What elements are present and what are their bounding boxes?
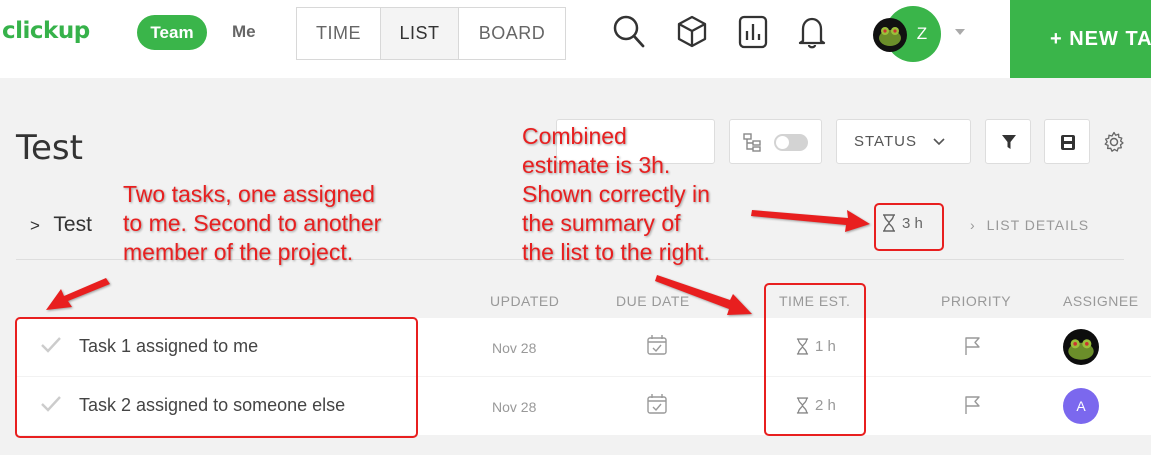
tab-board[interactable]: BOARD — [459, 8, 565, 59]
column-header-updated[interactable]: UPDATED — [490, 293, 559, 309]
annotation-line: the list to the right. — [522, 239, 710, 265]
priority-flag-icon[interactable] — [964, 336, 982, 356]
annotation-line: member of the project. — [123, 239, 354, 265]
clickup-logo[interactable]: clickup — [2, 18, 90, 44]
list-details-label: LIST DETAILS — [986, 217, 1090, 233]
annotation-note-right: Combined estimate is 3h. Shown correctly… — [522, 122, 710, 267]
annotation-line: estimate is 3h. — [522, 152, 671, 178]
chevron-down-icon — [933, 137, 945, 145]
filter-button[interactable] — [985, 119, 1031, 164]
user-initial: Z — [916, 24, 928, 43]
hierarchy-icon — [743, 133, 761, 152]
cube-icon[interactable] — [675, 14, 709, 50]
new-task-button[interactable]: + NEW TA — [1010, 0, 1151, 78]
chevron-down-icon[interactable] — [955, 29, 965, 35]
updated-date: Nov 28 — [492, 399, 537, 415]
column-header-priority[interactable]: PRIORITY — [941, 293, 1011, 309]
column-header-due-date[interactable]: DUE DATE — [616, 293, 690, 309]
chevron-right-icon: › — [970, 217, 976, 233]
column-header-assignee[interactable]: ASSIGNEE — [1063, 293, 1139, 309]
annotation-line: Two tasks, one assigned — [123, 181, 375, 207]
user-avatar-menu[interactable]: Z — [873, 6, 943, 62]
gear-icon[interactable] — [1103, 131, 1125, 153]
top-bar: clickup Team Me TIME LIST BOARD Z + NEW … — [0, 0, 1151, 78]
annotation-line: Combined — [522, 123, 627, 149]
subtasks-toggle[interactable] — [729, 119, 822, 164]
save-view-button[interactable] — [1044, 119, 1090, 164]
me-toggle-button[interactable]: Me — [232, 22, 256, 42]
updated-date: Nov 28 — [492, 340, 537, 356]
assignee-avatar[interactable]: A — [1063, 388, 1099, 424]
annotation-line: the summary of — [522, 210, 681, 236]
bell-icon[interactable] — [797, 14, 827, 50]
chevron-right-icon: > — [30, 216, 40, 235]
list-header[interactable]: > Test — [30, 213, 92, 237]
tab-list[interactable]: LIST — [381, 8, 459, 59]
page-title: Test — [16, 128, 83, 168]
floppy-disk-icon — [1061, 135, 1075, 150]
view-switcher: TIME LIST BOARD — [296, 7, 566, 60]
annotation-line: to me. Second to another — [123, 210, 382, 236]
dashboard-chart-icon[interactable] — [737, 14, 769, 50]
calendar-icon[interactable] — [646, 334, 668, 356]
priority-flag-icon[interactable] — [964, 395, 982, 415]
assignee-avatar[interactable] — [1063, 329, 1099, 365]
annotation-line: Shown correctly in — [522, 181, 710, 207]
annotation-box-time-est — [764, 283, 866, 436]
team-toggle-button[interactable]: Team — [137, 15, 207, 50]
status-dropdown-label: STATUS — [854, 133, 917, 150]
user-photo-avatar — [873, 18, 907, 52]
toggle-switch[interactable] — [774, 134, 808, 151]
list-details-link[interactable]: › LIST DETAILS — [970, 217, 1089, 233]
search-icon[interactable] — [612, 14, 646, 50]
status-dropdown[interactable]: STATUS — [836, 119, 971, 164]
annotation-box-summary — [874, 203, 944, 251]
tab-time[interactable]: TIME — [297, 8, 381, 59]
list-name: Test — [53, 213, 92, 236]
filter-icon — [1002, 135, 1016, 149]
annotation-note-left: Two tasks, one assigned to me. Second to… — [123, 180, 381, 267]
calendar-icon[interactable] — [646, 393, 668, 415]
annotation-box-tasks — [15, 317, 418, 438]
